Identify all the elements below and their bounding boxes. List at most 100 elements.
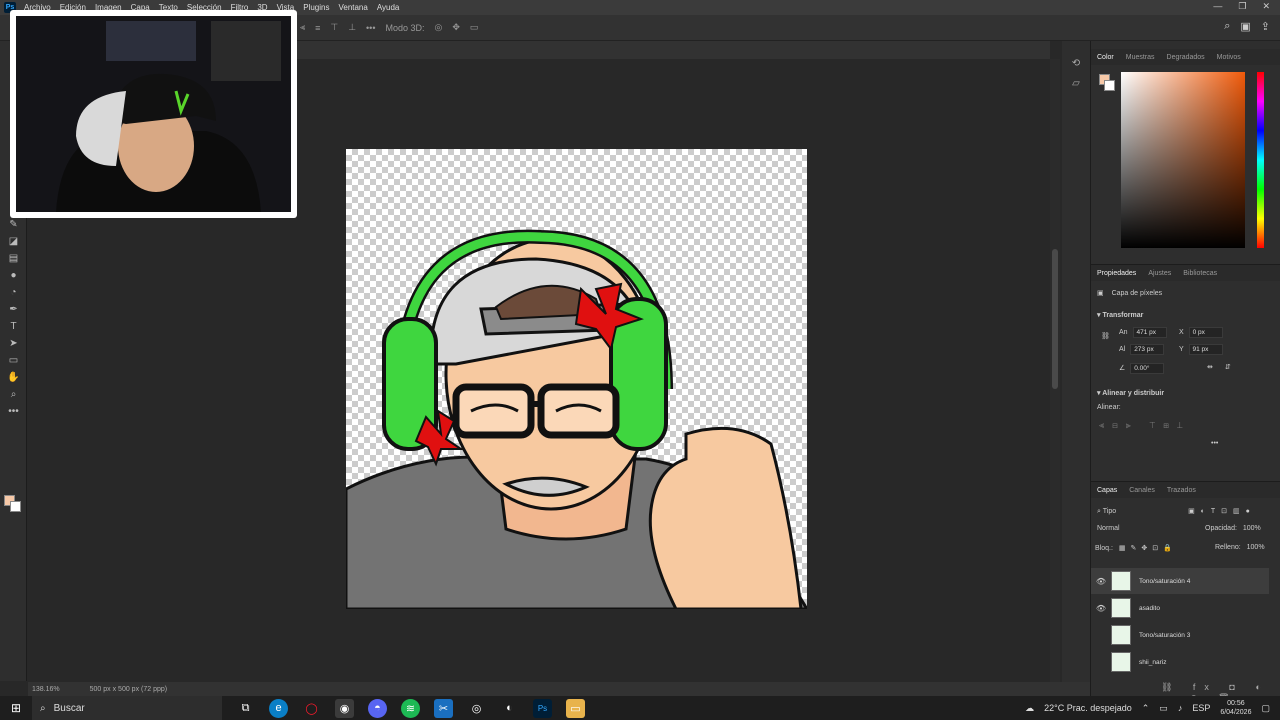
task-view-icon[interactable]: ⧉	[236, 699, 255, 718]
type-tool-icon[interactable]: T	[0, 318, 27, 335]
file-explorer-icon[interactable]: ▭	[566, 698, 585, 718]
zoom-level[interactable]: 138.16%	[32, 686, 60, 693]
close-icon[interactable]: ✕	[1262, 1, 1270, 12]
menu-item-10[interactable]: Ventana	[338, 3, 367, 12]
align-middle-icon[interactable]: ⊥	[348, 22, 356, 33]
hand-tool-icon[interactable]: ✋	[0, 369, 27, 386]
canvas-artboard[interactable]	[346, 149, 807, 609]
pan-icon[interactable]: ✥	[452, 22, 460, 33]
volume-icon[interactable]: ♪	[1178, 703, 1183, 713]
align-buttons[interactable]: ⫷⊟⫸ ⊤⊞⊥	[1099, 420, 1191, 431]
discord-icon[interactable]: ◓	[368, 698, 387, 718]
opacity-value[interactable]: 100%	[1243, 525, 1261, 532]
spotify-icon[interactable]: ≋	[401, 698, 420, 718]
gradient-tool-icon[interactable]: ▤	[0, 250, 27, 267]
height-field[interactable]: 273 px	[1130, 344, 1165, 355]
share-icon[interactable]: ⇪	[1261, 20, 1270, 33]
tab-capas[interactable]: Capas	[1097, 487, 1117, 494]
angle-field[interactable]: 0.00°	[1130, 363, 1165, 374]
blur-tool-icon[interactable]: ●	[0, 267, 27, 284]
tab-canales[interactable]: Canales	[1129, 487, 1155, 494]
layer-row[interactable]: Tono/saturación 3	[1091, 622, 1269, 648]
path-select-tool-icon[interactable]: ➤	[0, 335, 27, 352]
workspace-icon[interactable]: ▣	[1240, 20, 1250, 33]
background-color-swatch[interactable]	[10, 501, 21, 512]
clock-date[interactable]: 6/04/2026	[1220, 708, 1251, 717]
eraser-tool-icon[interactable]: ◪	[0, 233, 27, 250]
zoom-tool-icon[interactable]: ⌕	[0, 386, 27, 403]
layer-thumbnail	[1111, 625, 1131, 645]
layer-name: Tono/saturación 3	[1139, 631, 1191, 639]
tab-bibliotecas[interactable]: Bibliotecas	[1183, 270, 1217, 277]
clock-time[interactable]: 00:56	[1227, 699, 1245, 708]
brush-tool-icon[interactable]: ✎	[0, 216, 27, 233]
weather-text[interactable]: 22°C Prac. despejado	[1044, 703, 1132, 713]
restore-icon[interactable]: ❐	[1238, 1, 1246, 12]
video-icon[interactable]: ▭	[470, 22, 479, 33]
menu-item-9[interactable]: Plugins	[303, 3, 329, 12]
pen-tool-icon[interactable]: ✒	[0, 301, 27, 318]
language-indicator[interactable]: ESP	[1192, 703, 1210, 713]
more-align-icon[interactable]: •••	[1211, 440, 1218, 447]
layer-row[interactable]: shii_nariz	[1091, 649, 1269, 675]
collapse-align-icon[interactable]: ▾	[1097, 390, 1101, 397]
tab-motivos[interactable]: Motivos	[1217, 54, 1241, 61]
color-field[interactable]	[1121, 72, 1245, 248]
tab-ajustes[interactable]: Ajustes	[1148, 270, 1171, 277]
network-icon[interactable]: ▭	[1159, 703, 1168, 714]
windows-start-icon[interactable]: ⊞	[0, 701, 32, 715]
link-icon[interactable]: ⛓	[1101, 332, 1110, 340]
layer-row[interactable]: 👁 asadito	[1091, 595, 1269, 621]
comment-icon[interactable]: ▱	[1062, 73, 1090, 93]
menu-item-11[interactable]: Ayuda	[377, 3, 400, 12]
layer-thumbnail	[1111, 571, 1131, 591]
visibility-eye-icon[interactable]: 👁	[1091, 577, 1111, 586]
orbit-icon[interactable]: ◎	[435, 22, 443, 33]
photoshop-icon[interactable]: Ps	[533, 698, 552, 718]
tab-trazados[interactable]: Trazados	[1167, 487, 1196, 494]
layer-name: asadito	[1139, 604, 1160, 612]
layer-row[interactable]: 👁 Tono/saturación 4	[1091, 568, 1269, 594]
y-field[interactable]: 91 px	[1188, 344, 1223, 355]
lock-icons[interactable]: ▦✎✥⊡🔒	[1119, 545, 1177, 552]
tab-degradados[interactable]: Degradados	[1167, 54, 1205, 61]
collapse-icon[interactable]: ▾	[1097, 312, 1101, 319]
windows-taskbar: ⊞ ⌕ Buscar ⧉ e ◯ ◉ ◓ ≋ ✂ ◎ ◐ Ps ▭ ☁ 22°C…	[0, 696, 1280, 720]
color-panel: Color Muestras Degradados Motivos	[1091, 49, 1280, 264]
tab-muestras[interactable]: Muestras	[1126, 54, 1155, 61]
history-icon[interactable]: ⟲	[1062, 53, 1090, 73]
tray-chevron-icon[interactable]: ⌃	[1142, 703, 1150, 714]
background-swatch[interactable]	[1104, 80, 1115, 91]
minimize-icon[interactable]: —	[1213, 1, 1222, 12]
align-top-icon[interactable]: ⊤	[330, 22, 338, 33]
chrome-icon[interactable]: ◉	[335, 698, 354, 718]
layer-thumbnail	[1111, 598, 1131, 618]
flip-horizontal-icon[interactable]: ⇹	[1207, 364, 1213, 371]
steam-icon[interactable]: ◐	[500, 699, 519, 718]
shape-tool-icon[interactable]: ▭	[0, 352, 27, 369]
snipping-icon[interactable]: ✂	[434, 698, 453, 718]
obs-icon[interactable]: ◎	[467, 699, 486, 718]
width-field[interactable]: 471 px	[1132, 327, 1167, 338]
taskbar-search[interactable]: ⌕ Buscar	[32, 696, 222, 720]
blend-mode-select[interactable]: Normal	[1097, 525, 1120, 532]
layer-filter-select[interactable]: Tipo	[1103, 508, 1116, 515]
visibility-eye-icon[interactable]: 👁	[1091, 604, 1111, 613]
filter-icons[interactable]: ▣◐T⊡▥●	[1188, 508, 1256, 515]
align-left-icon[interactable]: ⫷	[300, 22, 305, 33]
more-tools-icon[interactable]: •••	[0, 403, 27, 420]
align-center-icon[interactable]: ≡	[315, 23, 320, 33]
canvas-vertical-scrollbar[interactable]	[1050, 59, 1060, 682]
opera-icon[interactable]: ◯	[302, 699, 321, 718]
tab-propiedades[interactable]: Propiedades	[1097, 270, 1136, 277]
search-icon[interactable]: ⌕	[1224, 20, 1230, 33]
x-field[interactable]: 0 px	[1188, 327, 1223, 338]
dodge-tool-icon[interactable]: ◔	[0, 284, 27, 301]
edge-icon[interactable]: e	[269, 698, 288, 718]
flip-vertical-icon[interactable]: ⇵	[1225, 364, 1231, 371]
fill-value[interactable]: 100%	[1247, 544, 1265, 551]
hue-slider[interactable]	[1257, 72, 1264, 248]
more-options-icon[interactable]: •••	[366, 23, 375, 33]
notifications-icon[interactable]: ▢	[1261, 703, 1270, 714]
tab-color[interactable]: Color	[1097, 54, 1114, 61]
